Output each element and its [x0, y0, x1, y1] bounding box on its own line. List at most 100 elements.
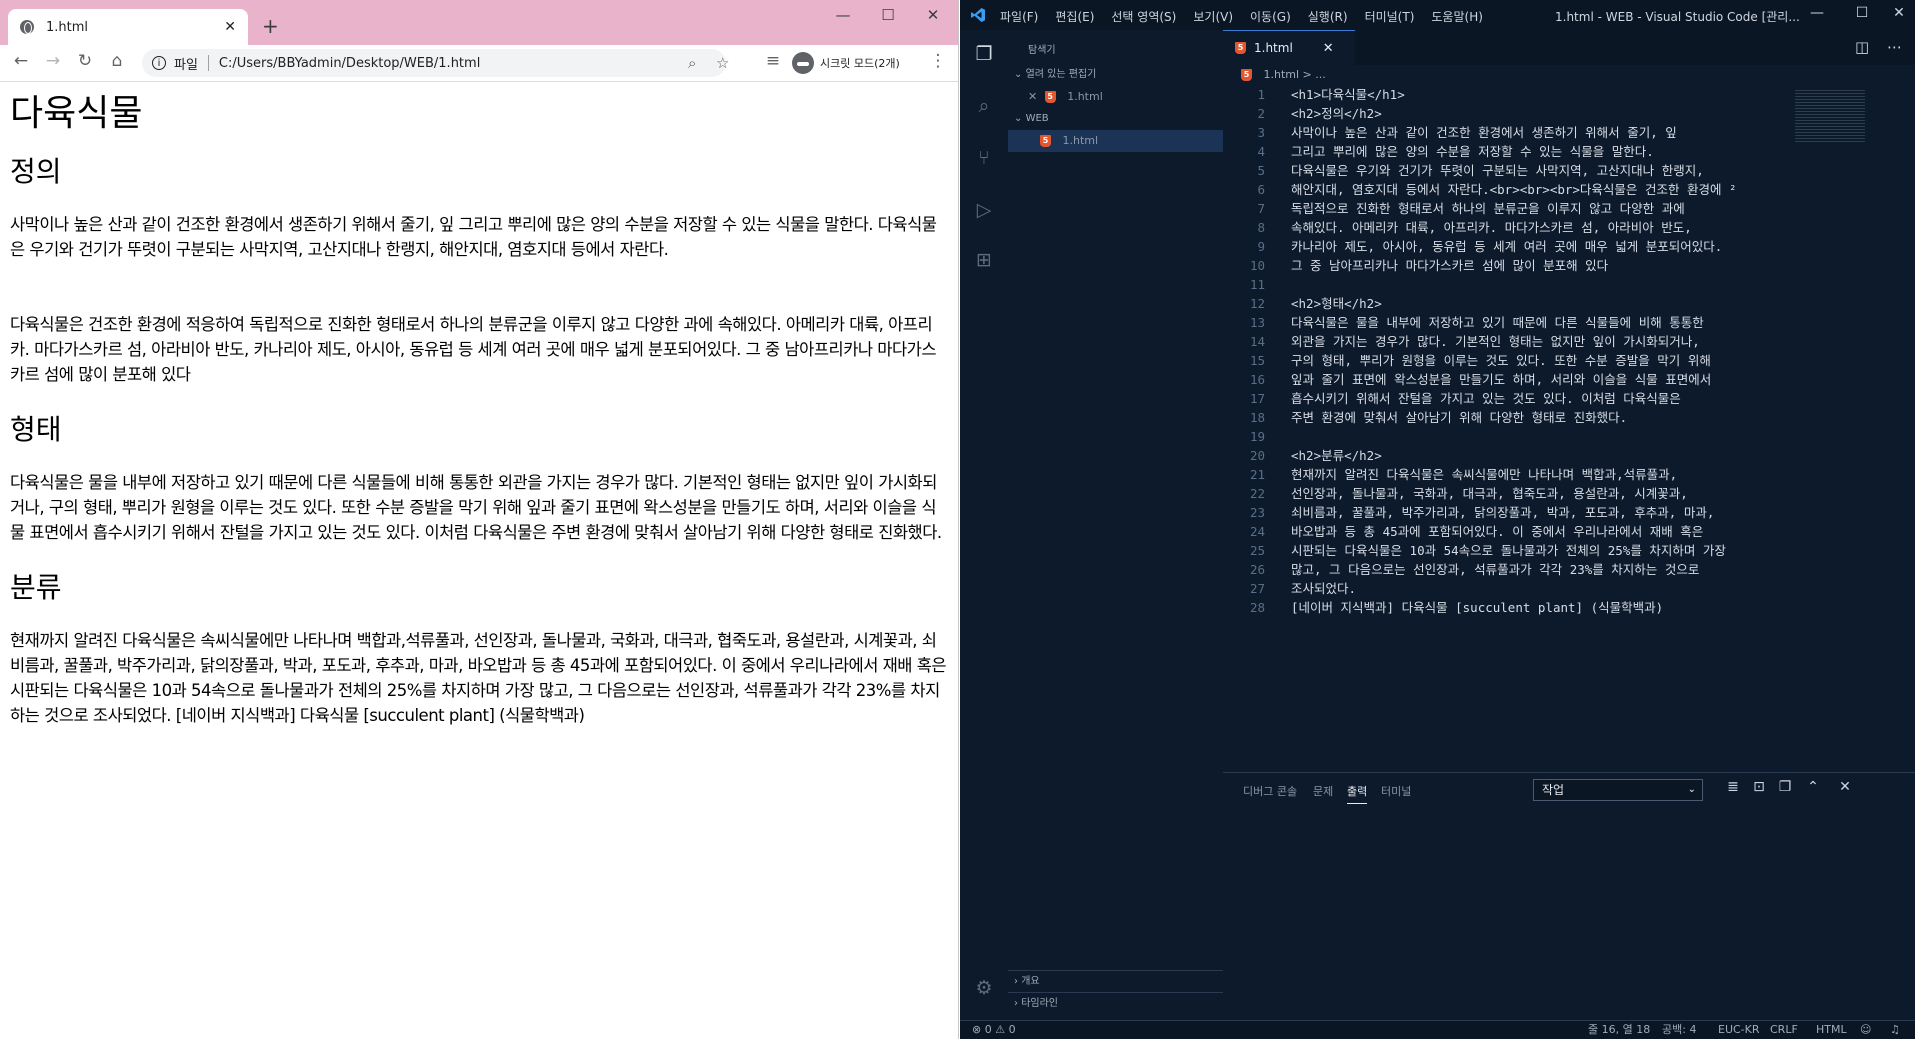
url-text[interactable]: C:/Users/BBYadmin/Desktop/WEB/1.html [219, 56, 480, 71]
extensions-icon[interactable]: ⊞ [972, 248, 996, 272]
minimap[interactable] [1795, 90, 1865, 142]
lock-icon[interactable]: ⊡ [1749, 779, 1769, 795]
close-window-icon[interactable]: ✕ [1884, 5, 1914, 21]
line-ending[interactable]: CRLF [1770, 1021, 1798, 1039]
code-line[interactable]: 22 선인장과, 돌나물과, 국화과, 대극과, 협죽도과, 용설란과, 시계꽃과… [1223, 484, 1793, 503]
incognito-profile-button[interactable]: 시크릿 모드(2개) [792, 51, 900, 75]
tab-terminal[interactable]: 터미널 [1381, 783, 1411, 799]
tab-output[interactable]: 출력 [1347, 783, 1368, 804]
breadcrumb: 5 1.html > ... [1223, 65, 1915, 85]
close-window-icon[interactable]: ✕ [918, 6, 948, 24]
menu-help[interactable]: 도움말(H) [1431, 8, 1483, 25]
html5-file-icon: 5 [1235, 42, 1246, 54]
close-tab-icon[interactable]: ✕ [224, 19, 236, 35]
code-line[interactable]: 10 그 중 남아프리카나 마다가스카르 섬에 많이 분포해 있다 [1223, 256, 1793, 275]
reload-icon[interactable]: ↻ [72, 51, 98, 71]
code-line[interactable]: 4 그리고 뿌리에 많은 양의 수분을 저장할 수 있는 식물을 말한다. [1223, 142, 1793, 161]
code-line[interactable]: 14 외관을 가지는 경우가 많다. 기본적인 형태는 없지만 잎이 가시화되거나… [1223, 332, 1793, 351]
address-bar[interactable]: i 파일 C:/Users/BBYadmin/Desktop/WEB/1.htm… [142, 49, 729, 77]
timeline-section[interactable]: › 타임라인 [1008, 992, 1223, 1014]
home-icon[interactable]: ⌂ [104, 51, 130, 71]
minimize-icon[interactable]: — [1802, 5, 1832, 21]
close-panel-icon[interactable]: ✕ [1835, 779, 1855, 795]
menu-selection[interactable]: 선택 영역(S) [1111, 8, 1176, 25]
code-line[interactable]: 3 사막이나 높은 산과 같이 건조한 환경에서 생존하기 위해서 줄기, 잎 [1223, 123, 1793, 142]
maximize-icon[interactable]: ☐ [873, 6, 903, 24]
open-editor-item[interactable]: ✕ 5 1.html [1008, 86, 1223, 108]
browser-tab[interactable]: 1.html ✕ [8, 9, 248, 45]
code-line[interactable]: 21 현재까지 알려진 다육식물은 속씨식물에만 나타나며 백합과,석류풀과, [1223, 465, 1793, 484]
code-line[interactable]: 26 많고, 그 다음으로는 선인장과, 석류풀과가 각각 23%를 차지하는 것… [1223, 560, 1793, 579]
indentation[interactable]: 공백: 4 [1662, 1021, 1696, 1039]
menu-go[interactable]: 이동(G) [1250, 8, 1291, 25]
code-line[interactable]: 16 잎과 줄기 표면에 왁스성분을 만들기도 하며, 서리와 이슬을 식물 표면… [1223, 370, 1793, 389]
code-line[interactable]: 11 [1223, 275, 1793, 294]
menu-file[interactable]: 파일(F) [1000, 8, 1038, 25]
info-icon[interactable]: i [152, 56, 166, 70]
line-number: 16 [1249, 372, 1265, 387]
clear-output-icon[interactable]: ≣ [1723, 779, 1743, 795]
code-line[interactable]: 20 <h2>분류</h2> [1223, 446, 1793, 465]
new-tab-button[interactable]: + [262, 14, 279, 38]
tab-problems[interactable]: 문제 [1313, 783, 1333, 799]
encoding[interactable]: EUC-KR [1718, 1021, 1760, 1039]
notifications-bell-icon[interactable]: ♫ [1890, 1021, 1900, 1039]
breadcrumb-text[interactable]: 1.html > ... [1264, 68, 1326, 81]
zoom-icon[interactable]: ⌕ [688, 54, 696, 72]
bookmark-star-icon[interactable]: ☆ [716, 54, 729, 72]
code-line[interactable]: 9 카나리아 제도, 아시아, 동유럽 등 세계 여러 곳에 매우 넓게 분포되어… [1223, 237, 1793, 256]
menu-edit[interactable]: 편집(E) [1055, 8, 1094, 25]
menu-run[interactable]: 실행(R) [1308, 8, 1348, 25]
code-line[interactable]: 28 [네이버 지식백과] 다육식물 [succulent plant] (식물학… [1223, 598, 1793, 617]
code-line[interactable]: 17 흡수시키기 위해서 잔털을 가지고 있는 것도 있다. 이처럼 다육식물은 [1223, 389, 1793, 408]
code-line[interactable]: 6 해안지대, 염호지대 등에서 자란다.<br><br><br>다육식물은 건조… [1223, 180, 1793, 199]
outline-section[interactable]: › 개요 [1008, 970, 1223, 992]
code-line[interactable]: 5 다육식물은 우기와 건기가 뚜렷이 구분되는 사막지역, 고산지대나 한랭지, [1223, 161, 1793, 180]
menu-terminal[interactable]: 터미널(T) [1365, 8, 1415, 25]
split-editor-icon[interactable]: ◫ [1855, 38, 1869, 56]
back-icon[interactable]: ← [8, 51, 34, 71]
run-debug-icon[interactable]: ▷ [972, 198, 996, 222]
code-line[interactable]: 8 속해있다. 아메리카 대륙, 아프리카. 마다가스카르 섬, 아라비아 반도, [1223, 218, 1793, 237]
code-editor[interactable]: 1 <h1>다육식물</h1> 2 <h2>정의</h2> 3 사막이나 높은 산과 같이… [1223, 85, 1793, 765]
reading-list-icon[interactable]: ≡ [760, 51, 786, 71]
language-mode[interactable]: HTML [1816, 1021, 1847, 1039]
code-line[interactable]: 2 <h2>정의</h2> [1223, 104, 1793, 123]
open-log-icon[interactable]: ❐ [1775, 779, 1795, 795]
folder-file-item[interactable]: 5 1.html [1008, 130, 1223, 152]
problems-count[interactable]: ⊗ 0 ⚠ 0 [972, 1021, 1016, 1039]
more-actions-icon[interactable]: ⋯ [1887, 38, 1902, 56]
code-line[interactable]: 15 구의 형태, 뿌리가 원형을 이루는 것도 있다. 또한 수분 증발을 막기… [1223, 351, 1793, 370]
code-line[interactable]: 18 주변 환경에 맞춰서 살아남기 위해 다양한 형태로 진화했다. [1223, 408, 1793, 427]
code-line[interactable]: 27 조사되었다. [1223, 579, 1793, 598]
cursor-position[interactable]: 줄 16, 열 18 [1588, 1021, 1650, 1039]
code-line[interactable]: 24 바오밥과 등 총 45과에 포함되어있다. 이 중에서 우리나라에서 재배 … [1223, 522, 1793, 541]
search-icon[interactable]: ⌕ [972, 94, 996, 118]
source-control-icon[interactable]: ⑂ [972, 146, 996, 170]
code-line[interactable]: 25 시판되는 다육식물은 10과 54속으로 돌나물과가 전체의 25%를 차지… [1223, 541, 1793, 560]
editor-area: 5 1.html ✕ ◫ ⋯ 5 1.html > ... 1 <h1>다육식물<… [1223, 30, 1915, 772]
open-editors-section[interactable]: ⌄ 열려 있는 편집기 [1008, 64, 1223, 86]
code-line[interactable]: 13 다육식물은 물을 내부에 저장하고 있기 때문에 다른 식물들에 비해 통통… [1223, 313, 1793, 332]
account-icon[interactable]: ☺ [1860, 1021, 1871, 1039]
tab-debug-console[interactable]: 디버그 콘솔 [1243, 783, 1297, 799]
code-line[interactable]: 7 독립적으로 진화한 형태로서 하나의 분류군을 이루지 않고 다양한 과에 [1223, 199, 1793, 218]
folder-section[interactable]: ⌄ WEB [1008, 108, 1223, 130]
close-tab-icon[interactable]: ✕ [1323, 41, 1334, 56]
minimize-icon[interactable]: — [828, 6, 858, 24]
gear-icon[interactable]: ⚙ [972, 976, 996, 1000]
close-icon[interactable]: ✕ [1028, 90, 1037, 103]
explorer-files-icon[interactable]: ❐ [972, 42, 996, 66]
output-channel-select[interactable]: 작업 ⌄ [1533, 779, 1703, 801]
code-line[interactable]: 23 쇠비름과, 꿀풀과, 박주가리과, 닭의장풀과, 박과, 포도과, 후추과,… [1223, 503, 1793, 522]
editor-tab[interactable]: 5 1.html ✕ [1223, 30, 1355, 65]
menu-view[interactable]: 보기(V) [1193, 8, 1233, 25]
forward-icon[interactable]: → [40, 51, 66, 71]
status-bar: ⊗ 0 ⚠ 0 줄 16, 열 18 공백: 4 EUC-KR CRLF HTM… [960, 1020, 1915, 1039]
code-line[interactable]: 12 <h2>형태</h2> [1223, 294, 1793, 313]
kebab-menu-icon[interactable]: ⋮ [925, 51, 951, 71]
code-line[interactable]: 1 <h1>다육식물</h1> [1223, 85, 1793, 104]
maximize-icon[interactable]: ☐ [1847, 5, 1877, 21]
maximize-panel-icon[interactable]: ⌃ [1803, 779, 1823, 795]
code-line[interactable]: 19 [1223, 427, 1793, 446]
